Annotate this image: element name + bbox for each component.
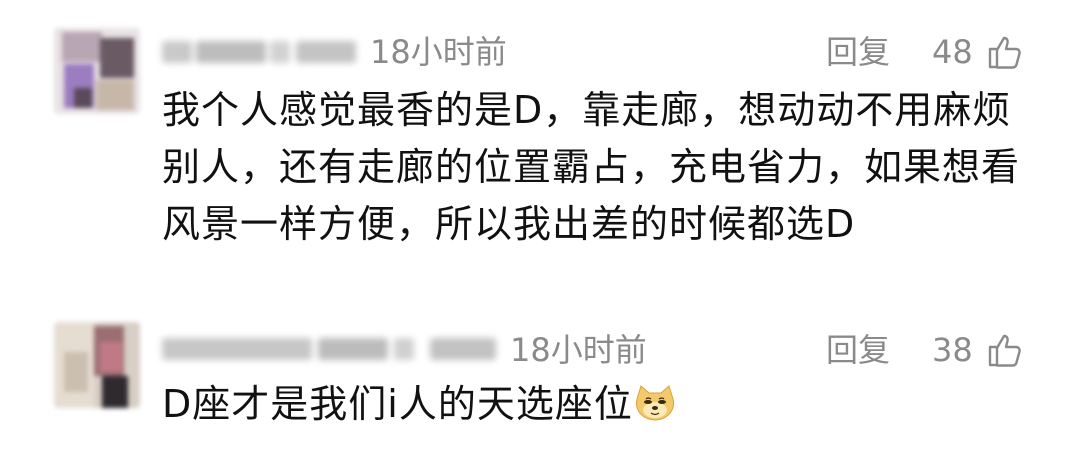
thumbs-up-icon[interactable] xyxy=(986,332,1022,368)
reply-button[interactable]: 回复 xyxy=(826,32,890,72)
comment-timestamp: 18小时前 xyxy=(370,33,507,71)
doge-emoji-icon xyxy=(635,385,674,421)
avatar[interactable] xyxy=(54,28,140,114)
username-redacted[interactable] xyxy=(162,334,497,364)
comment-text: D座才是我们i人的天选座位 xyxy=(162,376,1042,433)
comment-timestamp: 18小时前 xyxy=(510,331,647,369)
like-count: 48 xyxy=(932,33,973,71)
comment-text: 我个人感觉最香的是D，靠走廊，想动动不用麻烦别人，还有走廊的位置霸占，充电省力，… xyxy=(162,88,1021,246)
thumbs-up-icon[interactable] xyxy=(986,34,1022,70)
like-count: 38 xyxy=(932,331,973,369)
comment-text-content: D座才是我们i人的天选座位 xyxy=(162,382,633,426)
avatar[interactable] xyxy=(54,322,140,408)
username-redacted[interactable] xyxy=(162,37,358,67)
reply-button[interactable]: 回复 xyxy=(826,330,890,370)
